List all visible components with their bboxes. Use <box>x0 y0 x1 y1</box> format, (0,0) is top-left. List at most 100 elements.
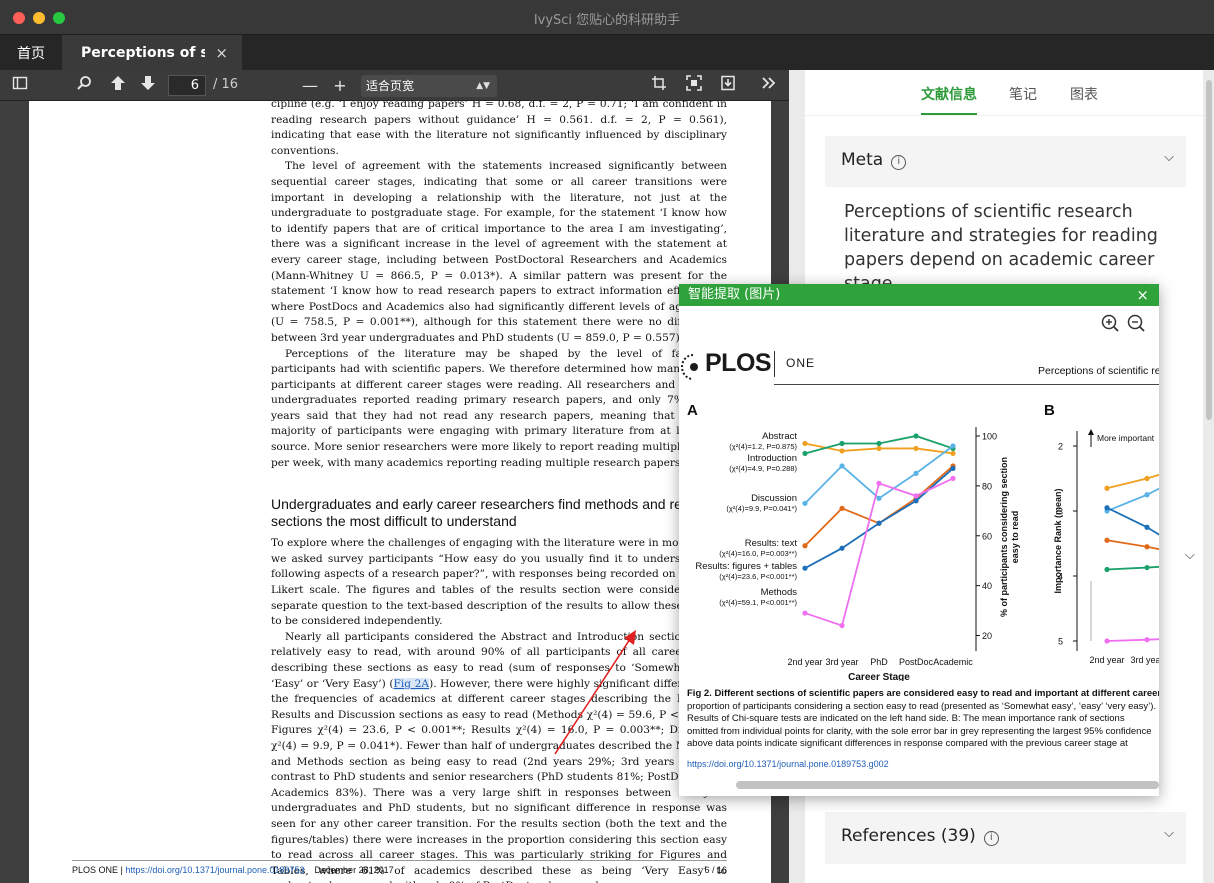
pdf-page: cipline (e.g. ‘I enjoy reading papers’ H… <box>29 101 771 883</box>
data-point <box>839 448 845 454</box>
zoom-mode-select[interactable]: 适合页宽 ▲▼ <box>361 75 497 97</box>
tab-document-label: Perceptions of s... <box>81 44 205 61</box>
meta-card-header[interactable]: Meta i ⌵ <box>825 136 1186 187</box>
references-card-header[interactable]: References (39) i ⌵ <box>825 812 1186 864</box>
data-point <box>913 498 919 504</box>
data-point <box>876 520 882 526</box>
page-number-input[interactable]: 6 <box>168 75 206 96</box>
data-point <box>876 440 882 447</box>
data-point <box>913 470 919 476</box>
x-tick-label: PostDoc <box>899 657 934 667</box>
next-page-icon[interactable] <box>137 75 159 97</box>
data-point <box>802 543 808 549</box>
footer-date: December 28, 2017 <box>314 865 394 875</box>
data-point <box>1144 544 1150 550</box>
caption-line: Fig 2. Different sections of scientific … <box>687 688 1159 699</box>
zoom-in-icon[interactable]: + <box>329 75 351 97</box>
figure-doi-link[interactable]: https://doi.org/10.1371/journal.pone.018… <box>687 759 889 769</box>
series-stat: (χ²(4)=23.6, P<0.001**) <box>719 572 797 581</box>
data-point <box>1144 637 1150 643</box>
x-tick-label: 3rd year <box>825 657 858 667</box>
footer-page-number: 6 / 16 <box>704 865 727 875</box>
caption-line: proportion of participants considering a… <box>687 700 1157 712</box>
y-tick-label: 2 <box>1058 442 1063 452</box>
series-label: Methods <box>761 587 798 598</box>
y-tick-label: 60 <box>982 531 992 541</box>
pdf-viewer[interactable]: cipline (e.g. ‘I enjoy reading papers’ H… <box>0 101 789 883</box>
zoom-out-icon[interactable] <box>1126 313 1146 333</box>
divider <box>774 384 1159 385</box>
references-card-title: References (39) i <box>841 826 999 846</box>
tab-notes[interactable]: 笔记 <box>1009 84 1037 104</box>
data-point <box>950 450 956 457</box>
data-point <box>802 610 808 616</box>
series-stat: (χ²(4)=9.9, P=0.041*) <box>726 504 797 513</box>
pdf-section-heading: Undergraduates and early career research… <box>271 496 711 530</box>
chevron-down-icon[interactable]: ⌵ <box>1164 826 1174 841</box>
crop-icon[interactable] <box>648 75 670 97</box>
data-point <box>839 463 845 469</box>
data-point <box>913 445 919 452</box>
meta-card-title: Meta i <box>841 150 907 170</box>
data-point <box>802 440 808 447</box>
close-icon[interactable]: × <box>1136 284 1149 306</box>
figure-extract-popup: 智能提取 (图片) × PLOS ONE Perceptions of scie… <box>679 284 1159 796</box>
data-point <box>839 440 845 447</box>
data-point <box>1144 564 1150 571</box>
figure-image: PLOS ONE Perceptions of scientific resea… <box>679 339 1159 779</box>
annotation-label: More important <box>1097 433 1155 443</box>
series-line <box>1106 539 1159 551</box>
data-point <box>950 475 956 481</box>
more-tools-icon[interactable] <box>758 75 780 97</box>
tab-home[interactable]: 首页 <box>0 35 62 70</box>
close-tab-icon[interactable]: × <box>215 44 228 62</box>
paper-title: Perceptions of scientific research liter… <box>844 202 1158 294</box>
x-tick-label: 3rd year <box>1130 655 1159 665</box>
info-icon[interactable]: i <box>891 155 907 170</box>
x-tick-label: Academic <box>933 657 973 667</box>
pdf-footer: PLOS ONE | https://doi.org/10.1371/journ… <box>72 860 727 875</box>
panel-scrollbar-thumb[interactable] <box>1206 80 1212 420</box>
series-label: Discussion <box>751 493 797 504</box>
series-label: Results: text <box>745 538 798 549</box>
pdf-paragraph: Perceptions of the literature may be sha… <box>271 347 727 469</box>
fullscreen-icon[interactable] <box>683 75 705 97</box>
pdf-paragraph: cipline (e.g. ‘I enjoy reading papers’ H… <box>271 101 727 157</box>
popup-title: 智能提取 (图片) <box>688 287 781 302</box>
zoom-mode-value: 适合页宽 <box>366 79 415 93</box>
tab-document[interactable]: Perceptions of s... × <box>62 35 242 70</box>
chevron-down-icon[interactable]: ⌵ <box>1185 548 1195 563</box>
data-point <box>839 505 845 511</box>
chevron-down-icon[interactable]: ⌵ <box>1164 150 1174 165</box>
tab-figures[interactable]: 图表 <box>1070 84 1098 104</box>
footer-doi-link[interactable]: https://doi.org/10.1371/journal.pone.018… <box>125 865 304 875</box>
download-icon[interactable] <box>717 75 739 97</box>
meta-label: Meta <box>841 150 884 170</box>
sidebar-toggle-icon[interactable] <box>9 75 31 97</box>
zoom-in-icon[interactable] <box>1100 313 1120 333</box>
select-caret-icon: ▲▼ <box>476 81 490 91</box>
plos-logo: PLOS <box>705 349 772 377</box>
y-tick-label: 40 <box>982 581 992 591</box>
tab-bar: 首页 Perceptions of s... × <box>0 35 1214 70</box>
data-point <box>1104 537 1110 543</box>
search-icon[interactable] <box>73 75 95 97</box>
popup-horizontal-scrollbar[interactable] <box>736 781 1159 789</box>
pdf-body-text[interactable]: cipline (e.g. ‘I enjoy reading papers’ H… <box>271 101 727 883</box>
data-point <box>802 565 808 571</box>
divider <box>774 351 775 377</box>
popup-header: 智能提取 (图片) × <box>679 284 1159 306</box>
data-point <box>913 433 919 439</box>
figure-link[interactable]: Fig 2A <box>393 677 430 690</box>
info-icon[interactable]: i <box>983 831 999 846</box>
series-line <box>804 445 954 504</box>
zoom-out-icon[interactable]: — <box>299 75 321 97</box>
data-point <box>1104 566 1110 573</box>
active-tab-indicator <box>921 113 977 115</box>
app-window: IvySci 您贴心的科研助手 首页 Perceptions of s... ×… <box>0 0 1214 883</box>
running-title: Perceptions of scientific research liter… <box>1038 365 1159 377</box>
data-point <box>1104 505 1110 511</box>
tab-paper-info[interactable]: 文献信息 <box>921 84 977 104</box>
data-point <box>839 622 845 629</box>
previous-page-icon[interactable] <box>107 75 129 97</box>
